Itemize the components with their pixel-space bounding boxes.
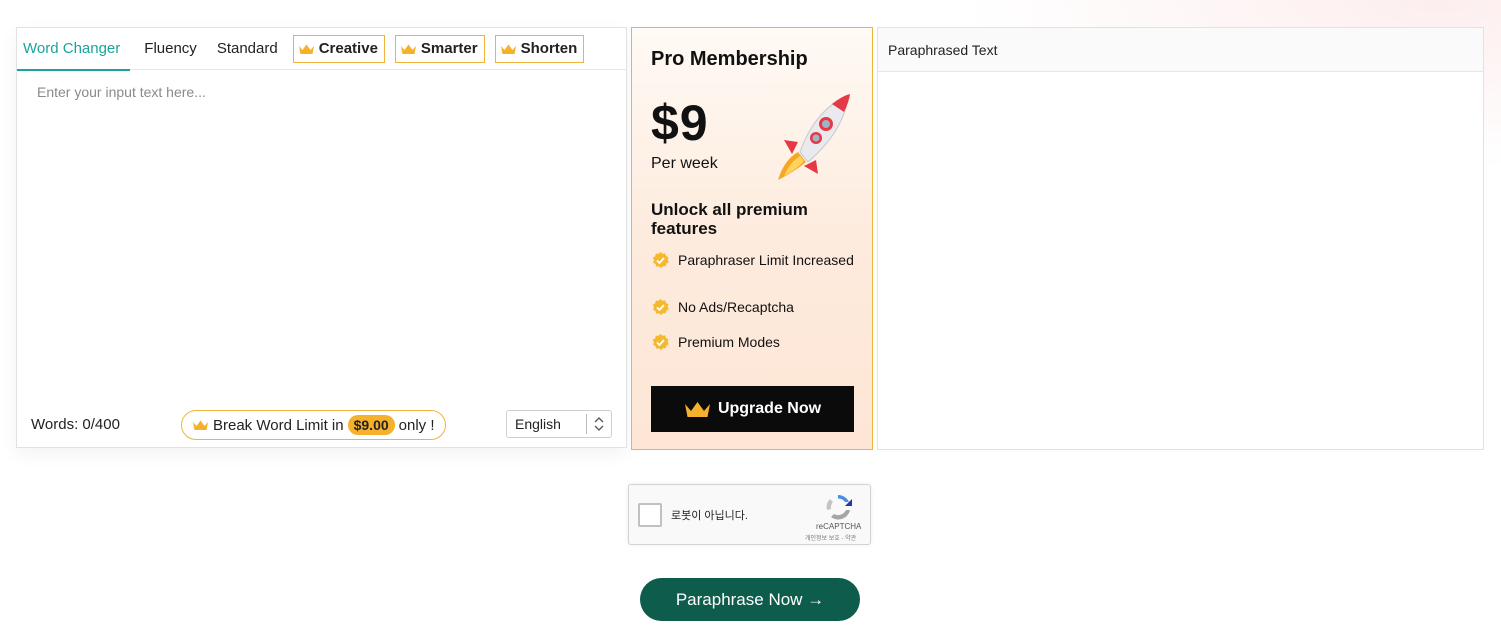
input-textarea[interactable]: [17, 71, 626, 391]
crown-icon: [193, 420, 208, 430]
tab-standard[interactable]: Standard: [207, 28, 288, 70]
break-limit-price: $9.00: [347, 415, 395, 435]
break-word-limit-button[interactable]: Break Word Limit in $9.00 only !: [181, 410, 446, 440]
recaptcha-terms-link[interactable]: 개인정보 보호 - 약관: [805, 533, 856, 542]
feature-item: Paraphraser Limit Increased: [651, 251, 861, 270]
input-panel: Word Changer Fluency Standard Creative S…: [16, 27, 627, 448]
language-value: English: [515, 416, 561, 432]
tab-creative-label: Creative: [318, 39, 378, 57]
crown-icon: [500, 44, 516, 54]
tab-creative[interactable]: Creative: [292, 34, 385, 63]
tab-smarter[interactable]: Smarter: [394, 34, 485, 63]
select-divider: [586, 414, 587, 434]
crown-icon: [298, 44, 314, 54]
feature-item: Premium Modes: [651, 333, 861, 352]
tab-smarter-label: Smarter: [420, 39, 478, 57]
output-title: Paraphrased Text: [878, 28, 1483, 72]
mode-tabs: Word Changer Fluency Standard Creative S…: [17, 28, 626, 71]
pro-membership-card: Pro Membership $9 Per week Unlock all pr…: [631, 27, 873, 450]
recaptcha-brand: reCAPTCHA: [816, 522, 862, 531]
paraphrase-now-button[interactable]: Paraphrase Now →: [640, 578, 860, 621]
word-count: Words: 0/400: [31, 416, 120, 433]
language-select[interactable]: English: [506, 410, 612, 438]
recaptcha-label: 로봇이 아닙니다.: [671, 510, 748, 522]
select-arrows-icon: [594, 417, 604, 431]
recaptcha-logo-icon: [826, 494, 852, 520]
crown-icon: [684, 401, 710, 417]
crown-icon: [400, 44, 416, 54]
pro-period: Per week: [651, 155, 718, 172]
tab-shorten[interactable]: Shorten: [494, 34, 585, 63]
recaptcha-widget: 로봇이 아닙니다. reCAPTCHA 개인정보 보호 - 약관: [628, 484, 871, 545]
pro-title: Pro Membership: [651, 48, 808, 70]
pro-price: $9: [651, 95, 709, 151]
upgrade-now-button[interactable]: Upgrade Now: [651, 386, 854, 432]
tab-fluency[interactable]: Fluency: [134, 28, 207, 70]
recaptcha-checkbox[interactable]: [638, 503, 662, 527]
feature-label: No Ads/Recaptcha: [678, 299, 794, 315]
feature-label: Paraphraser Limit Increased: [678, 252, 854, 268]
tab-shorten-label: Shorten: [520, 39, 578, 57]
feature-label: Premium Modes: [678, 334, 780, 350]
tab-word-changer[interactable]: Word Changer: [17, 28, 131, 71]
rocket-icon: [778, 94, 850, 180]
break-limit-text: Break Word Limit in: [213, 416, 344, 434]
upgrade-label: Upgrade Now: [717, 400, 822, 417]
check-badge-icon: [652, 252, 669, 268]
check-badge-icon: [652, 334, 669, 350]
input-footer: Words: 0/400 Break Word Limit in $9.00 o…: [17, 408, 626, 442]
pro-unlock-heading: Unlock all premium features: [651, 200, 808, 238]
check-badge-icon: [652, 299, 669, 315]
output-panel: Paraphrased Text: [877, 27, 1484, 450]
break-limit-suffix: only !: [398, 416, 435, 434]
feature-item: No Ads/Recaptcha: [651, 298, 861, 317]
